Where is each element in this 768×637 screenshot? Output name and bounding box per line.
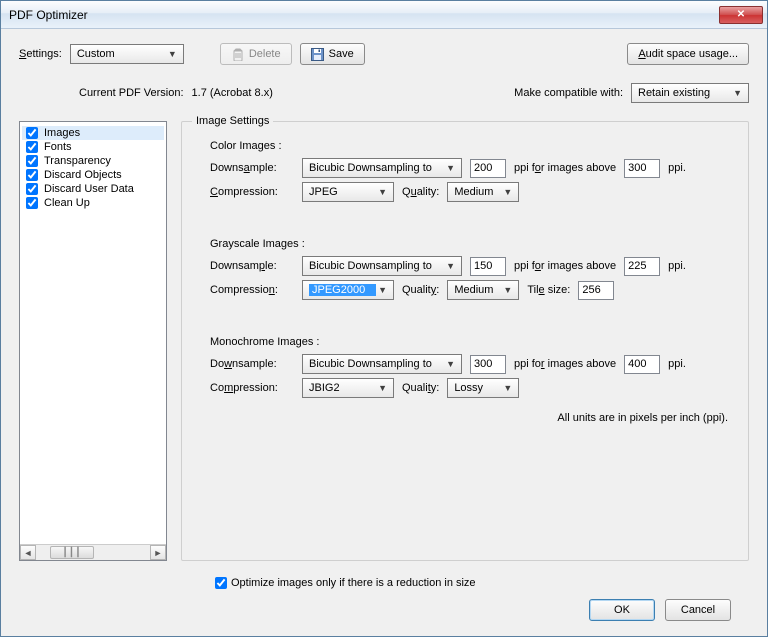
sidebar-item-discard-user-data[interactable]: Discard User Data — [22, 182, 164, 196]
color-quality-label: Quality: — [402, 186, 439, 198]
sidebar-check-discard-objects[interactable] — [26, 169, 38, 181]
save-button[interactable]: Save — [300, 43, 365, 65]
chevron-down-icon: ▼ — [501, 383, 514, 393]
ok-button[interactable]: OK — [589, 599, 655, 621]
sidebar-check-images[interactable] — [26, 127, 38, 139]
scroll-thumb[interactable]: ┃┃┃ — [50, 546, 94, 559]
chevron-down-icon: ▼ — [501, 285, 514, 295]
optimize-row: Optimize images only if there is a reduc… — [19, 577, 749, 589]
trash-icon — [231, 47, 245, 61]
sidebar-check-discard-user-data[interactable] — [26, 183, 38, 195]
color-ppi-input[interactable] — [470, 159, 506, 178]
mono-ppi-input[interactable] — [470, 355, 506, 374]
gray-ppi-input[interactable] — [470, 257, 506, 276]
color-above-input[interactable] — [624, 159, 660, 178]
settings-dropdown[interactable]: Custom ▼ — [70, 44, 184, 64]
chevron-down-icon: ▼ — [376, 285, 389, 295]
optimize-only-checkbox[interactable] — [215, 577, 227, 589]
sidebar-item-fonts[interactable]: Fonts — [22, 140, 164, 154]
chevron-down-icon: ▼ — [731, 88, 744, 98]
sidebar-check-clean-up[interactable] — [26, 197, 38, 209]
delete-button[interactable]: Delete — [220, 43, 292, 65]
footer-buttons: OK Cancel — [19, 589, 749, 621]
optimize-only-label: Optimize images only if there is a reduc… — [231, 577, 476, 589]
window-title: PDF Optimizer — [9, 8, 719, 22]
chevron-down-icon: ▼ — [444, 261, 457, 271]
scroll-left-icon[interactable]: ◄ — [20, 545, 36, 560]
tile-size-label: Tile size: — [527, 284, 570, 296]
gray-compression-row: Compression: JPEG2000 ▼ Quality: Medium … — [210, 280, 734, 300]
mono-downsample-dropdown[interactable]: Bicubic Downsampling to ▼ — [302, 354, 462, 374]
chevron-down-icon: ▼ — [376, 187, 389, 197]
gray-header: Grayscale Images : — [210, 238, 734, 250]
gray-compression-dropdown[interactable]: JPEG2000 ▼ — [302, 280, 394, 300]
color-downsample-row: Downsample: Bicubic Downsampling to ▼ pp… — [210, 158, 734, 178]
titlebar: PDF Optimizer ✕ — [1, 1, 767, 29]
color-compression-label: Compression: — [210, 186, 294, 198]
mono-downsample-label: Downsample: — [210, 358, 294, 370]
version-row: Current PDF Version: 1.7 (Acrobat 8.x) M… — [19, 83, 749, 103]
color-compression-row: Compression: JPEG ▼ Quality: Medium ▼ — [210, 182, 734, 202]
cancel-button[interactable]: Cancel — [665, 599, 731, 621]
chevron-down-icon: ▼ — [444, 359, 457, 369]
sidebar-scrollbar[interactable]: ◄ ┃┃┃ ► — [20, 544, 166, 560]
gray-downsample-dropdown[interactable]: Bicubic Downsampling to ▼ — [302, 256, 462, 276]
mono-quality-dropdown[interactable]: Lossy ▼ — [447, 378, 519, 398]
current-version-label: Current PDF Version: — [79, 87, 184, 99]
mono-quality-label: Quality: — [402, 382, 439, 394]
gray-above-input[interactable] — [624, 257, 660, 276]
gray-compression-label: Compression: — [210, 284, 294, 296]
toolbar-row: Settings: Custom ▼ Delete Save Audit sp — [19, 43, 749, 65]
close-button[interactable]: ✕ — [719, 6, 763, 24]
settings-label: Settings: — [19, 48, 62, 60]
gray-downsample-label: Downsample: — [210, 260, 294, 272]
sidebar-check-transparency[interactable] — [26, 155, 38, 167]
compat-dropdown[interactable]: Retain existing ▼ — [631, 83, 749, 103]
chevron-down-icon: ▼ — [501, 187, 514, 197]
sidebar-check-fonts[interactable] — [26, 141, 38, 153]
main-area: Images Fonts Transparency Discard Object… — [19, 121, 749, 561]
color-downsample-dropdown[interactable]: Bicubic Downsampling to ▼ — [302, 158, 462, 178]
chevron-down-icon: ▼ — [166, 49, 179, 59]
mono-downsample-row: Downsample: Bicubic Downsampling to ▼ pp… — [210, 354, 734, 374]
tile-size-input[interactable] — [578, 281, 614, 300]
content-area: Settings: Custom ▼ Delete Save Audit sp — [1, 29, 767, 636]
gray-downsample-row: Downsample: Bicubic Downsampling to ▼ pp… — [210, 256, 734, 276]
close-icon: ✕ — [737, 9, 745, 20]
scroll-track[interactable]: ┃┃┃ — [36, 545, 150, 560]
audit-space-button[interactable]: Audit space usage... — [627, 43, 749, 65]
color-header: Color Images : — [210, 140, 734, 152]
current-version-value: 1.7 (Acrobat 8.x) — [192, 87, 273, 99]
pdf-optimizer-window: PDF Optimizer ✕ Settings: Custom ▼ Delet… — [0, 0, 768, 637]
sidebar-item-discard-objects[interactable]: Discard Objects — [22, 168, 164, 182]
mono-compression-dropdown[interactable]: JBIG2 ▼ — [302, 378, 394, 398]
gray-quality-label: Quality: — [402, 284, 439, 296]
compat-label: Make compatible with: — [514, 87, 623, 99]
panel-title: Image Settings — [192, 115, 273, 127]
mono-compression-row: Compression: JBIG2 ▼ Quality: Lossy ▼ — [210, 378, 734, 398]
gray-quality-dropdown[interactable]: Medium ▼ — [447, 280, 519, 300]
mono-header: Monochrome Images : — [210, 336, 734, 348]
mono-compression-label: Compression: — [210, 382, 294, 394]
sidebar-item-transparency[interactable]: Transparency — [22, 154, 164, 168]
color-quality-dropdown[interactable]: Medium ▼ — [447, 182, 519, 202]
units-footnote: All units are in pixels per inch (ppi). — [196, 412, 734, 424]
category-list: Images Fonts Transparency Discard Object… — [19, 121, 167, 561]
floppy-disk-icon — [311, 47, 325, 61]
mono-above-input[interactable] — [624, 355, 660, 374]
color-compression-dropdown[interactable]: JPEG ▼ — [302, 182, 394, 202]
sidebar-item-images[interactable]: Images — [22, 126, 164, 140]
image-settings-panel: Image Settings Color Images : Downsample… — [181, 121, 749, 561]
scroll-right-icon[interactable]: ► — [150, 545, 166, 560]
sidebar-item-clean-up[interactable]: Clean Up — [22, 196, 164, 210]
chevron-down-icon: ▼ — [444, 163, 457, 173]
color-downsample-label: Downsample: — [210, 162, 294, 174]
chevron-down-icon: ▼ — [376, 383, 389, 393]
